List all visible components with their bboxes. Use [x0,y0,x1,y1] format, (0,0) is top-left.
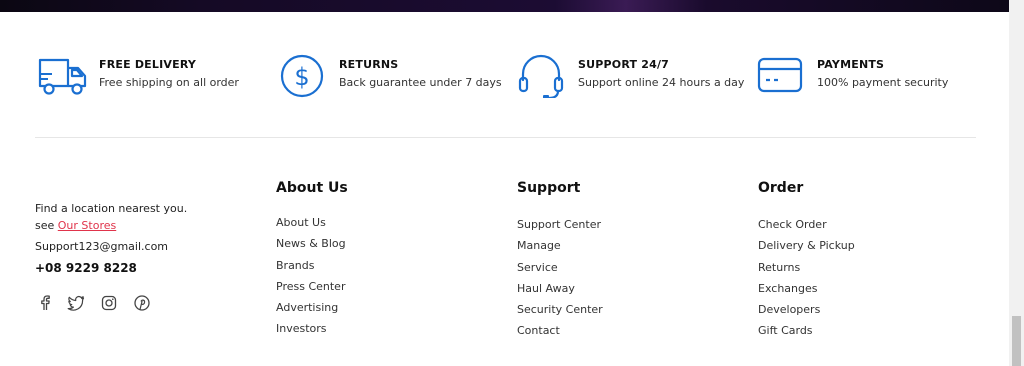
feature-free-delivery: FREE DELIVERY Free shipping on all order [38,54,258,100]
vertical-scrollbar[interactable] [1009,0,1024,366]
footer-link[interactable]: Returns [758,257,855,278]
footer-link[interactable]: News & Blog [276,233,346,254]
footer-link[interactable]: Support Center [517,214,603,235]
feature-description: Back guarantee under 7 days [339,76,502,89]
footer-link[interactable]: Gift Cards [758,320,855,341]
footer-link[interactable]: Exchanges [758,278,855,299]
facebook-icon[interactable] [36,294,54,312]
feature-description: Free shipping on all order [99,76,239,89]
footer-link[interactable]: Delivery & Pickup [758,235,855,256]
credit-card-icon [757,57,803,93]
footer-link[interactable]: Advertising [276,297,346,318]
instagram-icon[interactable] [100,294,118,312]
twitter-icon[interactable] [67,294,85,312]
about-us-heading: About Us [276,180,348,196]
about-us-links: About Us News & Blog Brands Press Center… [276,212,346,340]
footer-link[interactable]: Contact [517,320,603,341]
feature-description: Support online 24 hours a day [578,76,745,89]
location-text: Find a location nearest you. [35,202,188,215]
footer-link[interactable]: Service [517,257,603,278]
stores-line: see Our Stores [35,219,116,232]
feature-title: SUPPORT 24/7 [578,58,670,71]
footer-link[interactable]: Investors [276,318,346,339]
footer-link[interactable]: Brands [276,255,346,276]
phone-number[interactable]: +08 9229 8228 [35,261,137,275]
our-stores-link[interactable]: Our Stores [58,219,116,232]
order-heading: Order [758,180,804,196]
scrollbar-thumb[interactable] [1012,316,1021,366]
svg-text:$: $ [294,63,309,91]
support-links: Support Center Manage Service Haul Away … [517,214,603,342]
see-label: see [35,219,58,232]
feature-title: FREE DELIVERY [99,58,197,71]
footer-link[interactable]: About Us [276,212,346,233]
dollar-circle-icon: $ [280,54,324,98]
feature-description: 100% payment security [817,76,949,89]
support-email[interactable]: Support123@gmail.com [35,240,168,253]
feature-title: PAYMENTS [817,58,885,71]
footer-divider [35,137,976,138]
feature-support: SUPPORT 24/7 Support online 24 hours a d… [517,54,747,100]
footer-link[interactable]: Check Order [758,214,855,235]
footer-link[interactable]: Haul Away [517,278,603,299]
hero-image-strip [0,0,1009,12]
feature-title: RETURNS [339,58,399,71]
pinterest-icon[interactable] [133,294,151,312]
footer-link[interactable]: Security Center [517,299,603,320]
footer-link[interactable]: Developers [758,299,855,320]
footer-link[interactable]: Press Center [276,276,346,297]
footer-link[interactable]: Manage [517,235,603,256]
order-links: Check Order Delivery & Pickup Returns Ex… [758,214,855,342]
feature-payments: PAYMENTS 100% payment security [756,54,976,100]
support-heading: Support [517,180,581,196]
feature-returns: $ RETURNS Back guarantee under 7 days [278,54,508,100]
headset-icon [518,54,564,98]
truck-icon [38,58,87,95]
